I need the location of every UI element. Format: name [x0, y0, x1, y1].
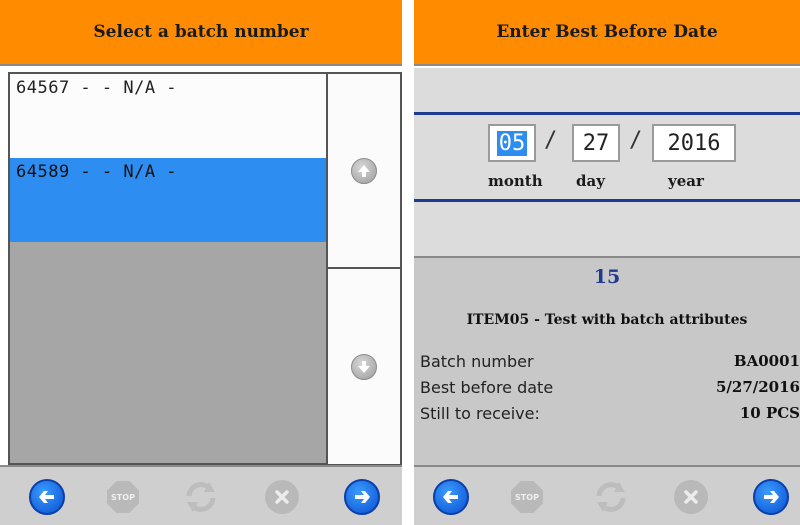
- next-button[interactable]: [343, 478, 381, 516]
- middle-band: [414, 202, 800, 256]
- day-label: day: [576, 172, 605, 190]
- batch-list-item-selected[interactable]: 64589 - - N/A -: [10, 158, 326, 242]
- right-toolbar: STOP: [414, 465, 800, 525]
- arrow-right-icon: [753, 479, 789, 515]
- refresh-button[interactable]: [182, 478, 220, 516]
- stop-button[interactable]: STOP: [104, 478, 142, 516]
- still-to-receive-value: 10 PCS: [739, 404, 800, 422]
- scroll-down-button[interactable]: [328, 269, 400, 464]
- back-button[interactable]: [432, 478, 470, 516]
- cancel-button[interactable]: [672, 478, 710, 516]
- cancel-icon: [674, 480, 708, 514]
- next-button[interactable]: [752, 478, 790, 516]
- year-label: year: [668, 172, 704, 190]
- batch-header: Select a batch number: [0, 0, 402, 66]
- scroll-down-icon: [351, 353, 377, 380]
- month-label: month: [488, 172, 543, 190]
- item-info-section: 15 ITEM05 - Test with batch attributes B…: [414, 256, 800, 465]
- back-button[interactable]: [28, 478, 66, 516]
- cancel-button[interactable]: [263, 478, 301, 516]
- item-title: ITEM05 - Test with batch attributes: [466, 312, 748, 328]
- info-row-still-to-receive: Still to receive: 10 PCS: [420, 404, 800, 428]
- month-value: 05: [496, 130, 528, 156]
- arrow-right-icon: [344, 479, 380, 515]
- refresh-icon: [186, 482, 216, 512]
- batch-selection-panel: Select a batch number 64567 - - N/A - 64…: [0, 0, 402, 525]
- still-to-receive-label: Still to receive:: [420, 404, 540, 423]
- refresh-button[interactable]: [592, 478, 630, 516]
- quantity-value: 15: [593, 266, 621, 288]
- best-before-value: 5/27/2016: [715, 378, 800, 396]
- best-before-label: Best before date: [420, 378, 554, 397]
- arrow-left-icon: [29, 479, 65, 515]
- top-band: [414, 68, 800, 112]
- stop-icon: STOP: [107, 481, 139, 513]
- stop-icon: STOP: [511, 481, 543, 513]
- arrow-left-icon: [433, 479, 469, 515]
- year-field[interactable]: 2016: [652, 124, 736, 162]
- date-separator: /: [629, 128, 643, 153]
- batch-number-value: BA0001: [733, 352, 800, 370]
- info-row-best-before: Best before date 5/27/2016: [420, 378, 800, 402]
- stop-button[interactable]: STOP: [508, 478, 546, 516]
- month-field[interactable]: 05: [488, 124, 536, 162]
- refresh-icon: [596, 482, 626, 512]
- batch-list-item[interactable]: 64567 - - N/A -: [10, 74, 326, 158]
- info-row-batch: Batch number BA0001: [420, 352, 800, 376]
- cancel-icon: [265, 480, 299, 514]
- scroll-up-button[interactable]: [328, 74, 400, 269]
- left-toolbar: STOP: [0, 465, 402, 525]
- batch-list[interactable]: 64567 - - N/A - 64589 - - N/A -: [8, 72, 328, 465]
- stop-label: STOP: [111, 492, 135, 502]
- best-before-header: Enter Best Before Date: [414, 0, 800, 66]
- stop-label: STOP: [515, 492, 539, 502]
- day-field[interactable]: 27: [572, 124, 620, 162]
- scroll-up-icon: [351, 157, 377, 184]
- list-scroll-column: [328, 72, 402, 465]
- date-separator: /: [544, 128, 558, 153]
- batch-number-label: Batch number: [420, 352, 534, 371]
- best-before-panel: Enter Best Before Date 05 / 27 / 2016 mo…: [414, 0, 800, 525]
